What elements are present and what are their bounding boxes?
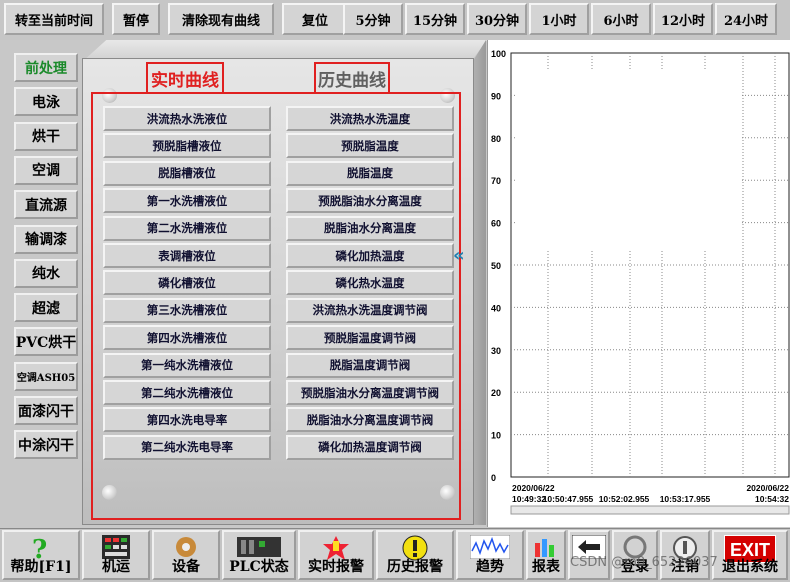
bottom-button[interactable]: 历史报警 [376, 530, 454, 580]
cabinet-side [474, 40, 486, 525]
x-tick-label: 10:49:32 [512, 494, 546, 504]
trend-chart[interactable]: 100 90 80 70 60 50 40 30 20 10 0 2020/06/22 2020/06/… [487, 40, 790, 527]
x-date-right: 2020/06/22 [746, 483, 789, 493]
bottom-button[interactable]: 报表 [526, 530, 566, 580]
y-tick-label: 50 [491, 261, 501, 271]
y-tick-label: 0 [491, 473, 496, 483]
range-button[interactable]: 15分钟 [405, 3, 465, 35]
toolbar-button[interactable]: 暂停 [112, 3, 160, 35]
toolbar-button[interactable]: 复位 [282, 3, 348, 35]
range-button[interactable]: 30分钟 [467, 3, 527, 35]
y-tick-label: 90 [491, 91, 501, 101]
curve-button[interactable]: 磷化加热温度 [286, 243, 454, 268]
curve-button[interactable]: 预脱脂油水分离温度调节阀 [286, 380, 454, 405]
curve-button[interactable]: 脱脂槽液位 [103, 160, 271, 186]
sidebar-item[interactable]: 输调漆 [14, 224, 78, 254]
x-tick-label: 10:54:32 [755, 494, 789, 504]
bottom-button[interactable]: 机运 [82, 530, 150, 580]
range-button[interactable]: 1小时 [529, 3, 589, 35]
y-tick-label: 40 [491, 303, 501, 313]
curve-button[interactable]: 表调槽液位 [103, 243, 271, 268]
range-button[interactable]: 6小时 [591, 3, 651, 35]
tab-realtime[interactable]: 实时曲线 [146, 62, 224, 92]
range-button[interactable]: 12小时 [653, 3, 713, 35]
bottom-button-label: PLC状态 [229, 559, 289, 575]
y-tick-label: 100 [491, 49, 506, 59]
y-tick-label: 80 [491, 134, 501, 144]
x-tick-label: 10:50:47.955 [543, 494, 594, 504]
bottom-button[interactable]: 趋势 [456, 530, 524, 580]
bottom-button-label: 设备 [172, 559, 200, 575]
curve-button[interactable]: 预脱脂温度调节阀 [286, 325, 454, 351]
y-tick-label: 20 [491, 388, 501, 398]
curve-button[interactable]: 预脱脂槽液位 [103, 133, 271, 159]
bottom-button-label: 报表 [532, 559, 560, 575]
tab-history[interactable]: 历史曲线 [314, 62, 390, 92]
curve-button[interactable]: 第二纯水洗槽液位 [103, 380, 271, 405]
curve-button[interactable]: 第二水洗槽液位 [103, 215, 271, 241]
sidebar-item[interactable]: 空调 [14, 155, 78, 185]
y-tick-label: 10 [491, 431, 501, 441]
bottom-button[interactable]: 设备 [152, 530, 220, 580]
bottom-button-label: 趋势 [476, 559, 504, 575]
curve-button[interactable]: 洪流热水洗温度 [286, 106, 454, 131]
curve-button[interactable]: 脱脂温度调节阀 [286, 352, 454, 378]
watermark: CSDN @m0_65226037 [570, 555, 718, 570]
curve-button[interactable]: 第一纯水洗槽液位 [103, 352, 271, 378]
curve-button[interactable]: 磷化热水温度 [286, 270, 454, 296]
y-tick-label: 30 [491, 346, 501, 356]
y-tick-label: 60 [491, 219, 501, 229]
curve-button[interactable]: 磷化加热温度调节阀 [286, 434, 454, 460]
curve-button[interactable]: 预脱脂温度 [286, 133, 454, 159]
sidebar-item[interactable]: PVC烘干 [14, 327, 78, 357]
sidebar-item[interactable]: 烘干 [14, 121, 78, 151]
bottom-button[interactable]: ? 帮助[F1] [2, 530, 80, 580]
curve-button[interactable]: 第四水洗电导率 [103, 407, 271, 433]
bottom-button[interactable]: 实时报警 [298, 530, 374, 580]
bottom-button-label: 历史报警 [387, 559, 443, 575]
curve-button[interactable]: 预脱脂油水分离温度 [286, 188, 454, 214]
bottom-button[interactable]: PLC状态 [222, 530, 296, 580]
bottom-button-label: 退出系统 [722, 559, 778, 575]
sidebar-item[interactable]: 电泳 [14, 87, 78, 117]
curve-button[interactable]: 第一水洗槽液位 [103, 188, 271, 214]
collapse-arrow-icon[interactable]: « [453, 245, 465, 266]
legend-box [515, 70, 741, 251]
curve-button[interactable]: 洪流热水洗液位 [103, 106, 271, 131]
x-tick-label: 10:52:02.955 [599, 494, 650, 504]
x-tick-label: 10:53:17.955 [660, 494, 711, 504]
curve-button[interactable]: 脱脂油水分离温度调节阀 [286, 407, 454, 433]
toolbar-button[interactable]: 清除现有曲线 [168, 3, 274, 35]
bottom-button-label: 机运 [102, 559, 130, 575]
x-date-left: 2020/06/22 [512, 483, 555, 493]
y-tick-label: 70 [491, 176, 501, 186]
curve-button[interactable]: 第二纯水洗电导率 [103, 434, 271, 460]
toolbar-button[interactable]: 转至当前时间 [4, 3, 104, 35]
bottom-button-label: 实时报警 [308, 559, 364, 575]
sidebar-item[interactable]: 面漆闪干 [14, 396, 78, 425]
curve-button[interactable]: 脱脂温度 [286, 160, 454, 186]
curve-button[interactable]: 第四水洗槽液位 [103, 325, 271, 351]
curve-button[interactable]: 脱脂油水分离温度 [286, 215, 454, 241]
bottom-button-label: 帮助[F1] [10, 559, 72, 575]
curve-button[interactable]: 磷化槽液位 [103, 270, 271, 296]
sidebar-item[interactable]: 中涂闪干 [14, 430, 78, 460]
sidebar-item[interactable]: 直流源 [14, 190, 78, 220]
curve-button[interactable]: 洪流热水洗温度调节阀 [286, 297, 454, 323]
sidebar-item[interactable]: 纯水 [14, 258, 78, 288]
range-button[interactable]: 24小时 [715, 3, 777, 35]
chart-scrollbar [510, 505, 790, 515]
sidebar-item[interactable]: 空调ASH05 [14, 361, 78, 391]
sidebar-item[interactable]: 超滤 [14, 293, 78, 323]
sidebar-item[interactable]: 前处理 [14, 53, 78, 82]
trend-chart-svg: 10090807060504030201002020/06/22 2020/06/… [491, 49, 790, 515]
range-button[interactable]: 5分钟 [343, 3, 403, 35]
bottom-button[interactable]: EXIT 退出系统 [712, 530, 788, 580]
curve-button[interactable]: 第三水洗槽液位 [103, 297, 271, 323]
